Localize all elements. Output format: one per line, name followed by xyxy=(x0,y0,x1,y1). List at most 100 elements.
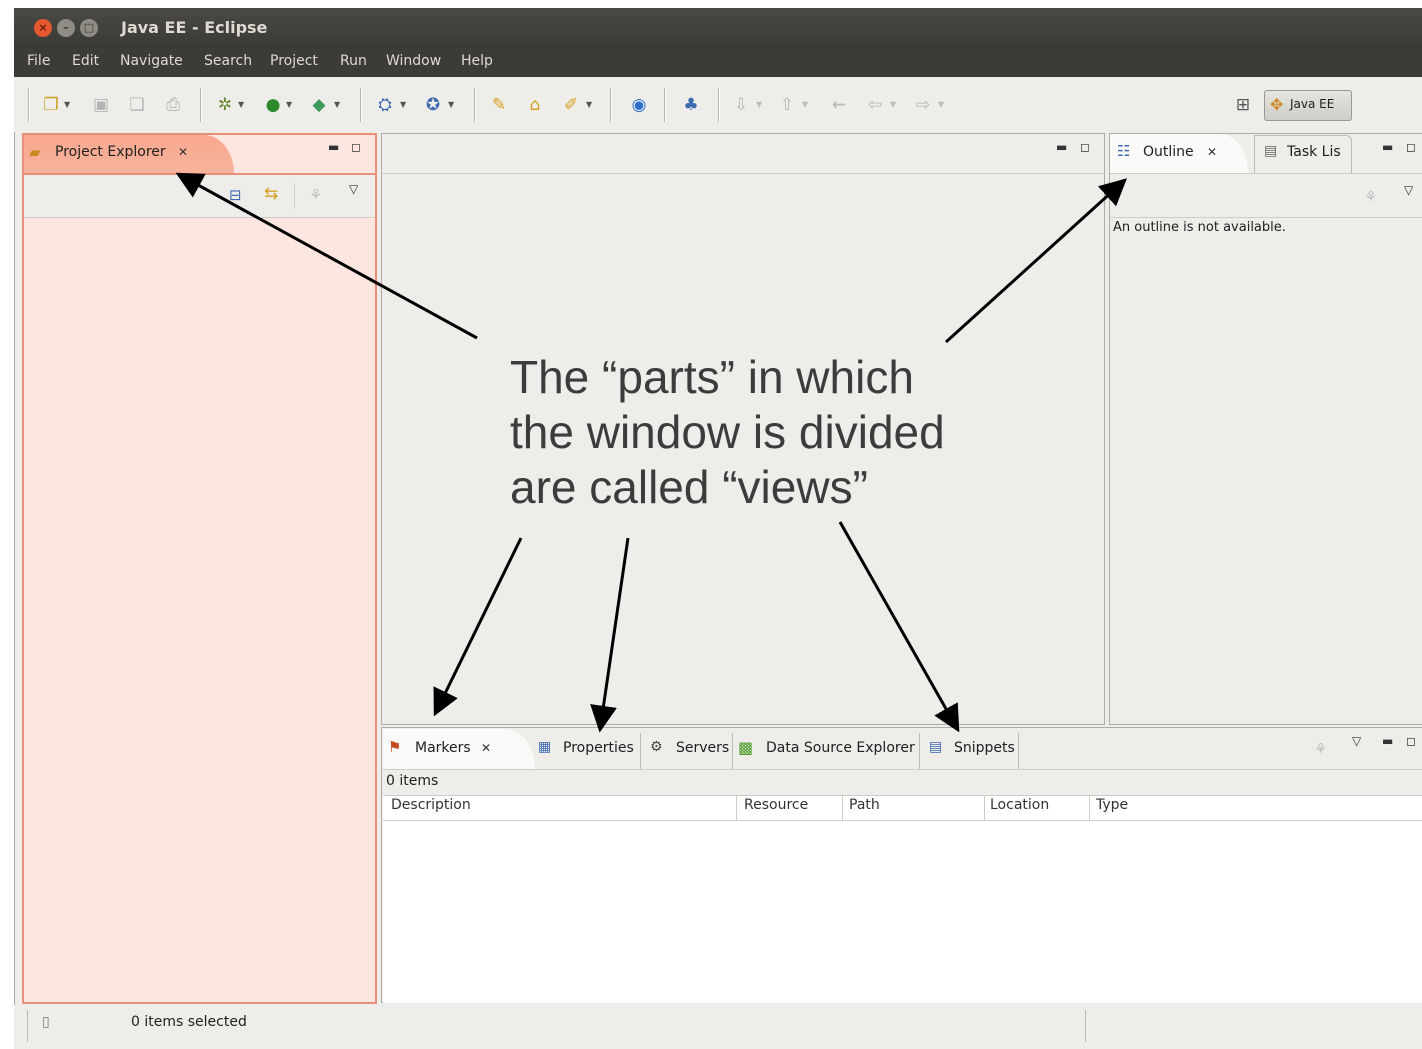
menu-search[interactable]: Search xyxy=(204,53,252,69)
debug-icon[interactable]: ✲ xyxy=(214,94,236,116)
menu-edit[interactable]: Edit xyxy=(72,53,99,69)
back-icon[interactable]: ⇦ xyxy=(864,94,886,116)
project-explorer-icon: ▰ xyxy=(29,143,41,161)
column-description[interactable]: Description xyxy=(391,797,471,813)
outline-icon: ☷ xyxy=(1117,142,1131,160)
maximize-window-icon[interactable]: □ xyxy=(80,19,98,37)
print-icon[interactable]: ⎙ xyxy=(162,94,184,116)
column-location[interactable]: Location xyxy=(990,797,1049,813)
toolbar-separator xyxy=(294,183,295,209)
open-task-icon[interactable]: ⌂ xyxy=(524,94,546,116)
new-web-dropdown-icon[interactable]: ▼ xyxy=(448,100,454,109)
toolbar-separator xyxy=(474,88,476,122)
menu-navigate[interactable]: Navigate xyxy=(120,53,183,69)
data-source-explorer-tab-label[interactable]: Data Source Explorer xyxy=(766,740,915,756)
view-menu-icon[interactable]: ▽ xyxy=(349,182,358,196)
next-annotation-icon[interactable]: ⇩ xyxy=(730,94,752,116)
status-separator xyxy=(1085,1010,1086,1042)
task-list-tab-label: Task Lis xyxy=(1287,144,1341,160)
snippets-tab-label[interactable]: Snippets xyxy=(954,740,1015,756)
maximize-view-icon[interactable]: ◻ xyxy=(1406,140,1416,154)
toolbar-separator xyxy=(200,88,202,122)
filters-icon[interactable]: ⚘ xyxy=(1314,740,1327,758)
maximize-view-icon[interactable]: ◻ xyxy=(351,140,361,154)
previous-annotation-icon[interactable]: ⇧ xyxy=(776,94,798,116)
status-separator xyxy=(27,1010,28,1042)
column-separator xyxy=(736,795,737,820)
task-list-icon: ▤ xyxy=(1264,143,1278,159)
outline-tab-label: Outline xyxy=(1143,144,1194,160)
close-tab-icon[interactable]: ✕ xyxy=(178,145,188,159)
minimize-view-icon[interactable]: ▬ xyxy=(1382,140,1393,154)
save-all-icon[interactable]: ❏ xyxy=(126,94,148,116)
view-menu-icon[interactable]: ▽ xyxy=(1404,183,1413,197)
open-type-icon[interactable]: ✎ xyxy=(488,94,510,116)
close-tab-icon[interactable]: ✕ xyxy=(481,741,491,755)
new-web-icon[interactable]: ✪ xyxy=(422,94,444,116)
menu-project[interactable]: Project xyxy=(270,53,318,69)
java-ee-perspective-icon: ✥ xyxy=(1270,95,1284,114)
perspective-label: Java EE xyxy=(1290,97,1335,111)
minimize-window-icon[interactable]: – xyxy=(57,19,75,37)
markers-tab-divider xyxy=(382,769,1422,770)
fast-view-icon[interactable]: ▯ xyxy=(42,1014,50,1030)
properties-icon: ▦ xyxy=(538,739,552,755)
search-dropdown-icon[interactable]: ▼ xyxy=(586,100,592,109)
menu-file[interactable]: File xyxy=(27,53,50,69)
outline-message: An outline is not available. xyxy=(1113,220,1286,235)
minimize-view-icon[interactable]: ▬ xyxy=(328,140,339,154)
save-icon[interactable]: ▣ xyxy=(90,94,112,116)
maximize-view-icon[interactable]: ◻ xyxy=(1406,734,1416,748)
markers-table xyxy=(383,795,1422,1003)
next-annotation-dropdown-icon[interactable]: ▼ xyxy=(756,100,762,109)
markers-tab-label: Markers xyxy=(415,740,471,756)
tab-separator xyxy=(919,733,920,769)
new-server-icon[interactable]: ⛭ xyxy=(374,94,396,116)
maximize-editor-icon[interactable]: ◻ xyxy=(1080,140,1090,154)
new-icon[interactable]: ❐ xyxy=(40,94,62,116)
link-with-editor-icon[interactable]: ⇆ xyxy=(264,184,278,204)
menu-run[interactable]: Run xyxy=(340,53,367,69)
toolbar-separator xyxy=(664,88,666,122)
filters-icon[interactable]: ⚘ xyxy=(1364,188,1377,206)
close-window-icon[interactable]: × xyxy=(34,19,52,37)
markers-icon: ⚑ xyxy=(388,738,402,756)
column-resource[interactable]: Resource xyxy=(744,797,808,813)
annotation-text: The “parts” in which the window is divid… xyxy=(510,350,1030,515)
toolbar-separator xyxy=(718,88,720,122)
search-icon[interactable]: ✐ xyxy=(560,94,582,116)
forward-icon[interactable]: ⇨ xyxy=(912,94,934,116)
external-tools-dropdown-icon[interactable]: ▼ xyxy=(334,100,340,109)
column-path[interactable]: Path xyxy=(849,797,880,813)
last-edit-location-icon[interactable]: ⇜ xyxy=(828,94,850,116)
data-source-explorer-icon: ▩ xyxy=(738,738,754,757)
column-type[interactable]: Type xyxy=(1096,797,1128,813)
collapse-all-icon[interactable]: ⊟ xyxy=(229,186,242,204)
team-icon[interactable]: ♣ xyxy=(680,94,702,116)
filters-icon[interactable]: ⚘ xyxy=(309,186,322,204)
minimize-editor-icon[interactable]: ▬ xyxy=(1056,140,1067,154)
forward-dropdown-icon[interactable]: ▼ xyxy=(938,100,944,109)
new-server-dropdown-icon[interactable]: ▼ xyxy=(400,100,406,109)
open-perspective-icon[interactable]: ⊞ xyxy=(1232,94,1254,116)
servers-icon: ⚙ xyxy=(650,739,663,755)
external-tools-icon[interactable]: ◆ xyxy=(308,94,330,116)
previous-annotation-dropdown-icon[interactable]: ▼ xyxy=(802,100,808,109)
servers-tab-label[interactable]: Servers xyxy=(676,740,729,756)
web-browser-icon[interactable]: ◉ xyxy=(628,94,650,116)
new-dropdown-icon[interactable]: ▼ xyxy=(64,100,70,109)
debug-dropdown-icon[interactable]: ▼ xyxy=(238,100,244,109)
menu-help[interactable]: Help xyxy=(461,53,493,69)
run-dropdown-icon[interactable]: ▼ xyxy=(286,100,292,109)
toolbar-separator xyxy=(28,88,30,122)
minimize-view-icon[interactable]: ▬ xyxy=(1382,734,1393,748)
tab-separator xyxy=(732,733,733,769)
run-icon[interactable]: ● xyxy=(262,94,284,116)
snippets-icon: ▤ xyxy=(929,739,943,755)
menu-window[interactable]: Window xyxy=(386,53,441,69)
close-tab-icon[interactable]: ✕ xyxy=(1207,145,1217,159)
properties-tab-label[interactable]: Properties xyxy=(563,740,634,756)
project-explorer-tab-label: Project Explorer xyxy=(55,144,166,160)
view-menu-icon[interactable]: ▽ xyxy=(1352,734,1361,748)
back-dropdown-icon[interactable]: ▼ xyxy=(890,100,896,109)
